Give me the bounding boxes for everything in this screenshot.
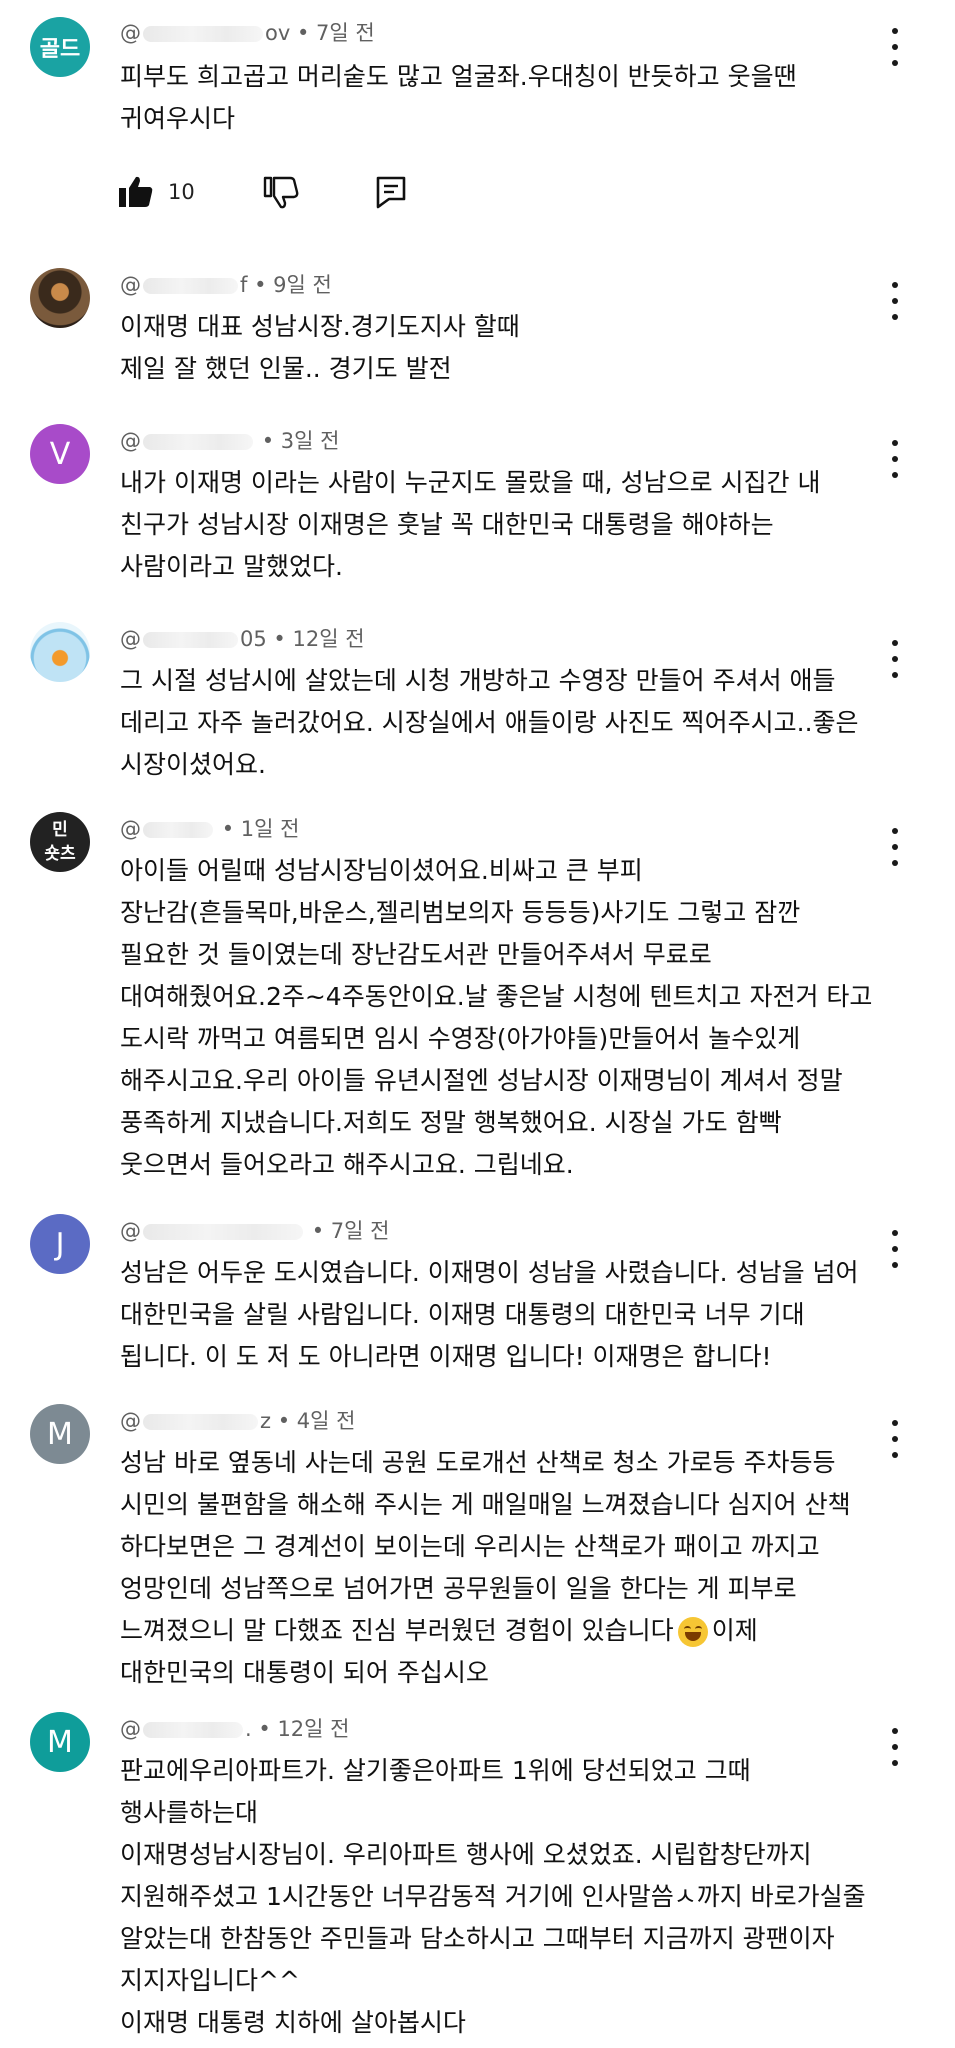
comment-time: 4일 전 bbox=[296, 1409, 356, 1433]
avatar-initials: M bbox=[47, 1724, 73, 1760]
meta-separator: • bbox=[254, 273, 274, 297]
more-options-icon[interactable] bbox=[880, 828, 910, 866]
comment-text: 아이들 어릴때 성남시장님이셨어요.비싸고 큰 부피 장난감(흔들목마,바운스,… bbox=[120, 856, 873, 1179]
comment-meta: @ • 1일 전 bbox=[120, 816, 299, 842]
comment-meta: @ z • 4일 전 bbox=[120, 1408, 355, 1434]
comment-time: 9일 전 bbox=[273, 273, 332, 297]
thumbs-up-icon bbox=[119, 176, 153, 207]
avatar[interactable]: J bbox=[30, 1214, 90, 1274]
meta-separator: • bbox=[261, 429, 281, 453]
meta-separator: • bbox=[221, 817, 241, 841]
comment-text: 이재명 대표 성남시장.경기도지사 할때 제일 잘 했던 인물.. 경기도 발전 bbox=[120, 312, 520, 383]
like-count: 10 bbox=[168, 180, 195, 204]
like-button[interactable]: 10 bbox=[118, 175, 195, 209]
meta-separator: • bbox=[273, 627, 293, 651]
comment-meta: @05 • 12일 전 bbox=[120, 626, 365, 652]
comment-time: 3일 전 bbox=[280, 429, 340, 453]
comment-text: 내가 이재명 이라는 사람이 누군지도 몰랐을 때, 성남으로 시집간 내 친구… bbox=[120, 468, 821, 581]
comment-meta: @ • 3일 전 bbox=[120, 428, 339, 454]
comment-meta: @ f • 9일 전 bbox=[120, 272, 332, 298]
avatar[interactable] bbox=[30, 268, 90, 328]
comment-time: 7일 전 bbox=[330, 1219, 390, 1243]
author-handle[interactable]: @05 bbox=[120, 626, 267, 652]
avatar-initials: 민 숏츠 bbox=[44, 820, 76, 864]
avatar[interactable]: V bbox=[30, 424, 90, 484]
avatar[interactable]: 골드 bbox=[30, 17, 90, 77]
author-handle[interactable]: @ f bbox=[120, 272, 247, 298]
comment-text: 판교에우리아파트가. 살기좋은아파트 1위에 당선되었고 그때 행사를하는대 이… bbox=[120, 1756, 866, 2037]
author-handle[interactable]: @ bbox=[120, 816, 215, 842]
comment-meta: @ ov • 7일 전 bbox=[120, 20, 375, 46]
avatar-initials: M bbox=[47, 1416, 73, 1452]
author-handle[interactable]: @ bbox=[120, 428, 255, 454]
avatar-initials: 골드 bbox=[39, 37, 81, 62]
more-options-icon[interactable] bbox=[880, 440, 910, 478]
more-options-icon[interactable] bbox=[880, 28, 910, 66]
comment-time: 1일 전 bbox=[240, 817, 300, 841]
more-options-icon[interactable] bbox=[880, 282, 910, 320]
author-handle[interactable]: @ bbox=[120, 1218, 305, 1244]
author-handle[interactable]: @. bbox=[120, 1716, 252, 1742]
comment-time: 12일 전 bbox=[277, 1717, 350, 1741]
more-options-icon[interactable] bbox=[880, 1230, 910, 1268]
comment-meta: @ • 7일 전 bbox=[120, 1218, 389, 1244]
avatar-initials: V bbox=[49, 436, 71, 472]
laughing-emoji-icon bbox=[677, 1617, 708, 1647]
comment-time: 7일 전 bbox=[316, 21, 375, 45]
meta-separator: • bbox=[258, 1717, 278, 1741]
avatar-initials: J bbox=[55, 1226, 65, 1262]
comment-actions: 10 bbox=[118, 172, 407, 212]
meta-separator: • bbox=[311, 1219, 331, 1243]
more-options-icon[interactable] bbox=[880, 1728, 910, 1766]
meta-separator: • bbox=[277, 1409, 297, 1433]
dislike-button[interactable] bbox=[263, 175, 299, 209]
comment-time: 12일 전 bbox=[292, 627, 365, 651]
reply-button[interactable] bbox=[375, 175, 407, 209]
avatar[interactable]: M bbox=[30, 1712, 90, 1772]
meta-separator: • bbox=[296, 21, 317, 45]
avatar[interactable] bbox=[30, 622, 90, 682]
avatar[interactable]: M bbox=[30, 1404, 90, 1464]
author-handle[interactable]: @ ov bbox=[120, 20, 290, 46]
comment-text: 피부도 희고곱고 머리숱도 많고 얼굴좌.우대칭이 반듯하고 웃을땐 귀여우시다 bbox=[120, 62, 797, 133]
avatar[interactable]: 민 숏츠 bbox=[30, 812, 90, 872]
comment-meta: @. • 12일 전 bbox=[120, 1716, 349, 1742]
reply-icon bbox=[376, 176, 406, 209]
comment-text: 성남 바로 옆동네 사는데 공원 도로개선 산책로 청소 가로등 주차등등 시민… bbox=[120, 1448, 851, 1687]
thumbs-down-icon bbox=[263, 176, 299, 209]
comment-text: 그 시절 성남시에 살았는데 시청 개방하고 수영장 만들어 주셔서 애들 데리… bbox=[120, 666, 859, 779]
more-options-icon[interactable] bbox=[880, 640, 910, 678]
author-handle[interactable]: @ z bbox=[120, 1408, 271, 1434]
comment-text: 성남은 어두운 도시였습니다. 이재명이 성남을 사렸습니다. 성남을 넘어 대… bbox=[120, 1258, 859, 1371]
more-options-icon[interactable] bbox=[880, 1420, 910, 1458]
